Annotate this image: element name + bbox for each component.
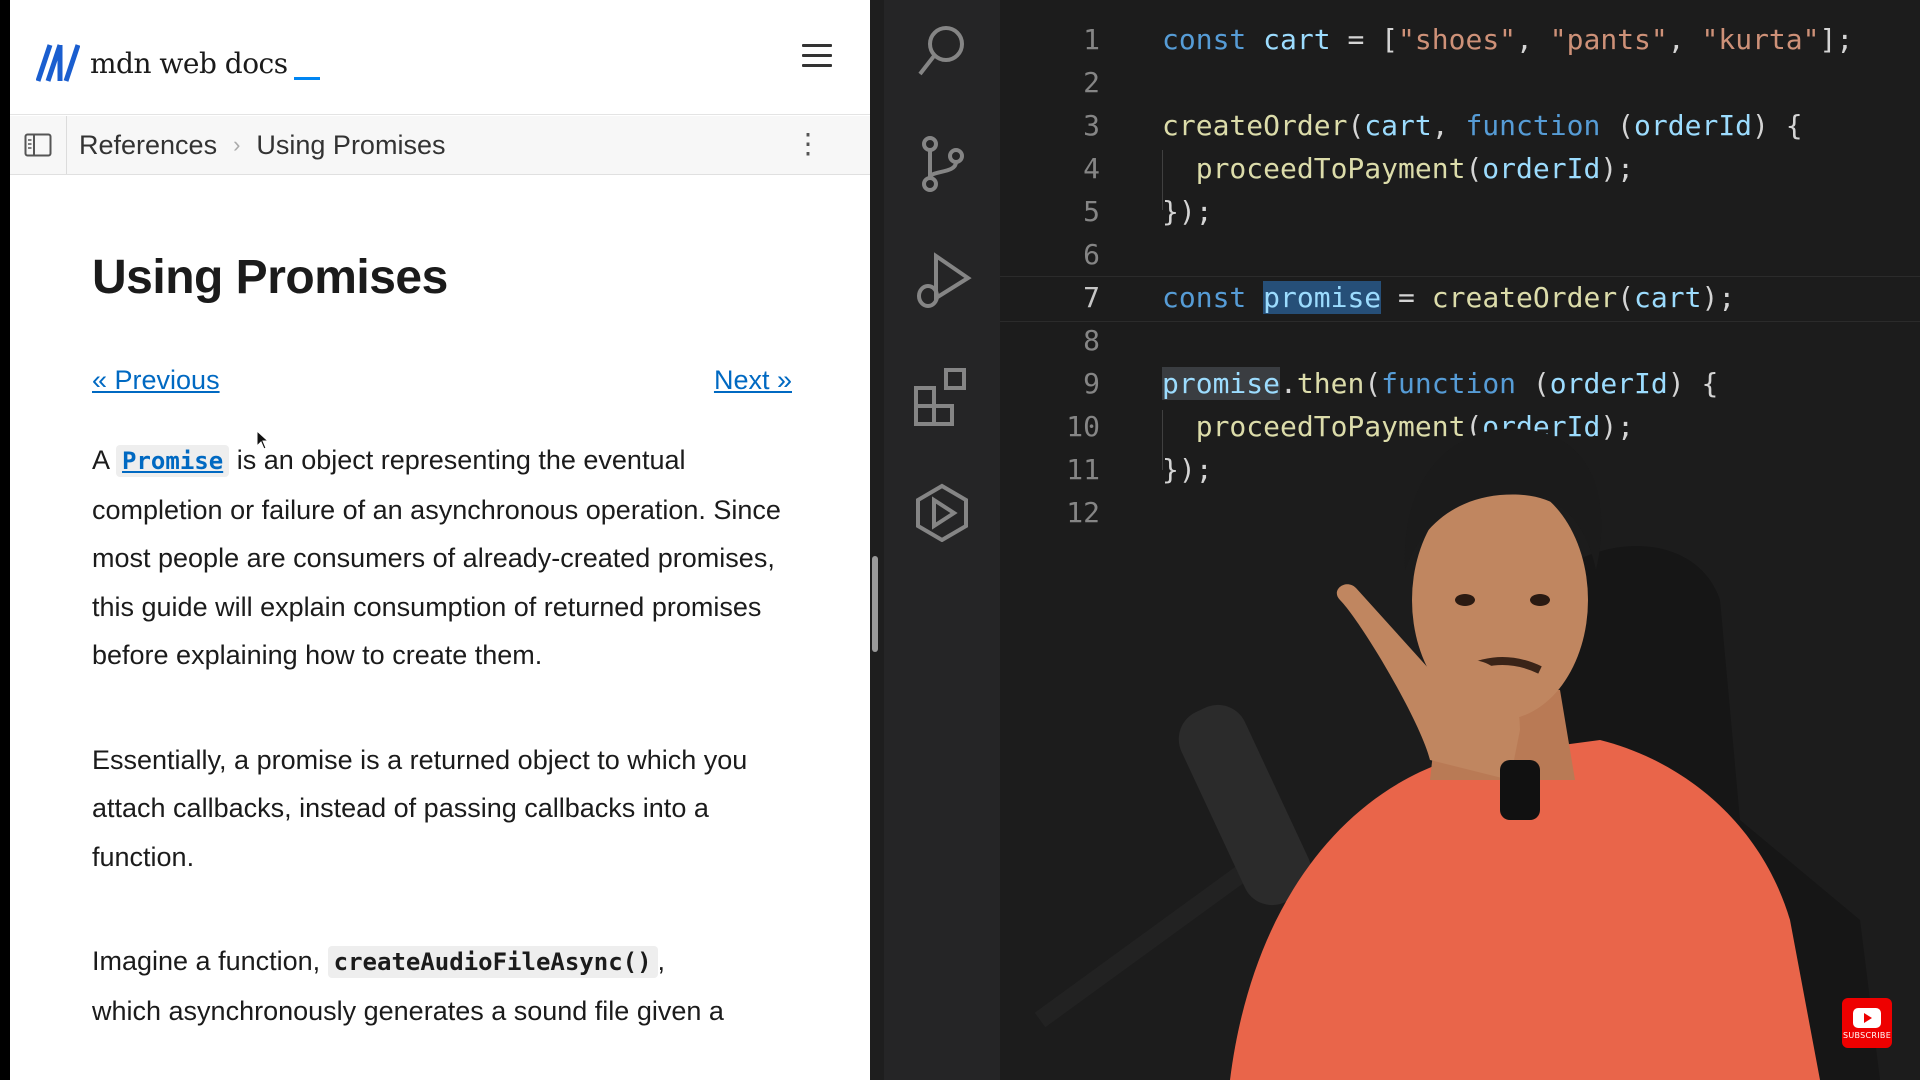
breadcrumb: References › Using Promises — [67, 130, 445, 161]
code-line: 8 — [1000, 319, 1100, 362]
line-number: 4 — [1083, 152, 1100, 185]
code-line-active: 7 const promise = createOrder(cart); — [1000, 276, 1735, 319]
para3-line2: which asynchronously generates a sound f… — [92, 995, 724, 1026]
para1-prefix: A — [92, 445, 117, 475]
breadcrumb-bar: References › Using Promises ⋮ — [10, 116, 870, 175]
source-control-icon[interactable] — [912, 134, 972, 194]
breadcrumb-references[interactable]: References — [79, 130, 217, 161]
mdn-logo[interactable]: mdn web docs — [36, 38, 320, 88]
activity-bar — [884, 0, 1000, 1080]
pager: « Previous Next » — [92, 365, 792, 396]
mdn-logo-text: mdn web docs — [90, 46, 288, 80]
create-audio-code: createAudioFileAsync() — [327, 946, 658, 978]
hamburger-menu-icon[interactable] — [802, 44, 832, 70]
article-content: Using Promises « Previous Next » A Promi… — [92, 250, 792, 1080]
line-number: 2 — [1083, 66, 1100, 99]
line-number: 6 — [1083, 238, 1100, 271]
breadcrumb-current[interactable]: Using Promises — [256, 130, 445, 161]
run-debug-icon[interactable] — [912, 250, 972, 310]
previous-link[interactable]: « Previous — [92, 365, 220, 396]
code-line: 4 proceedToPayment(orderId); — [1000, 147, 1634, 190]
mdn-m-icon — [36, 44, 80, 82]
code-line: 1 const cart = ["shoes", "pants", "kurta"… — [1000, 18, 1853, 61]
search-icon[interactable] — [912, 20, 972, 80]
mdn-header: mdn web docs — [10, 0, 870, 115]
remote-explorer-icon[interactable] — [912, 482, 972, 542]
watch-icon — [1500, 760, 1540, 820]
scrollbar-handle[interactable] — [872, 556, 878, 652]
more-options-icon[interactable]: ⋮ — [794, 130, 822, 158]
code-line: 9 promise.then(function (orderId) { — [1000, 362, 1718, 405]
mdn-browser-pane: mdn web docs References › Using Promises… — [10, 0, 870, 1080]
line-number: 5 — [1083, 195, 1100, 228]
pane-divider — [870, 0, 884, 1080]
page-title: Using Promises — [92, 251, 448, 304]
line-number: 3 — [1083, 109, 1100, 142]
code-line: 5}); — [1000, 190, 1212, 233]
youtube-subscribe-button[interactable]: SUBSCRIBE — [1842, 998, 1892, 1048]
paragraph-intro: A Promise is an object representing the … — [92, 436, 792, 680]
line-number: 1 — [1083, 23, 1100, 56]
line-number: 9 — [1083, 367, 1100, 400]
sidebar-toggle-icon[interactable] — [10, 116, 67, 174]
code-line: 6 — [1000, 233, 1100, 276]
subscribe-label: SUBSCRIBE — [1842, 1030, 1892, 1040]
logo-underscore — [293, 76, 320, 80]
promise-code-link[interactable]: Promise — [116, 445, 230, 477]
paragraph-imagine: Imagine a function, createAudioFileAsync… — [92, 937, 792, 1035]
youtube-play-icon — [1853, 1007, 1881, 1028]
code-line: 3 createOrder(cart, function (orderId) { — [1000, 104, 1802, 147]
paragraph-essentially: Essentially, a promise is a returned obj… — [92, 744, 748, 872]
mouse-cursor-icon — [256, 430, 270, 450]
chevron-right-icon: › — [233, 132, 241, 157]
code-line: 2 — [1000, 61, 1100, 104]
line-number: 8 — [1083, 324, 1100, 357]
para3-suffix: , — [657, 946, 666, 976]
para1-suffix: is an object representing the eventual c… — [92, 445, 781, 670]
extensions-icon[interactable] — [912, 366, 972, 426]
next-link[interactable]: Next » — [714, 365, 792, 396]
para3-prefix: Imagine a function, — [92, 946, 328, 976]
presenter-webcam-overlay — [1034, 428, 1880, 1080]
line-number: 7 — [1083, 281, 1100, 314]
